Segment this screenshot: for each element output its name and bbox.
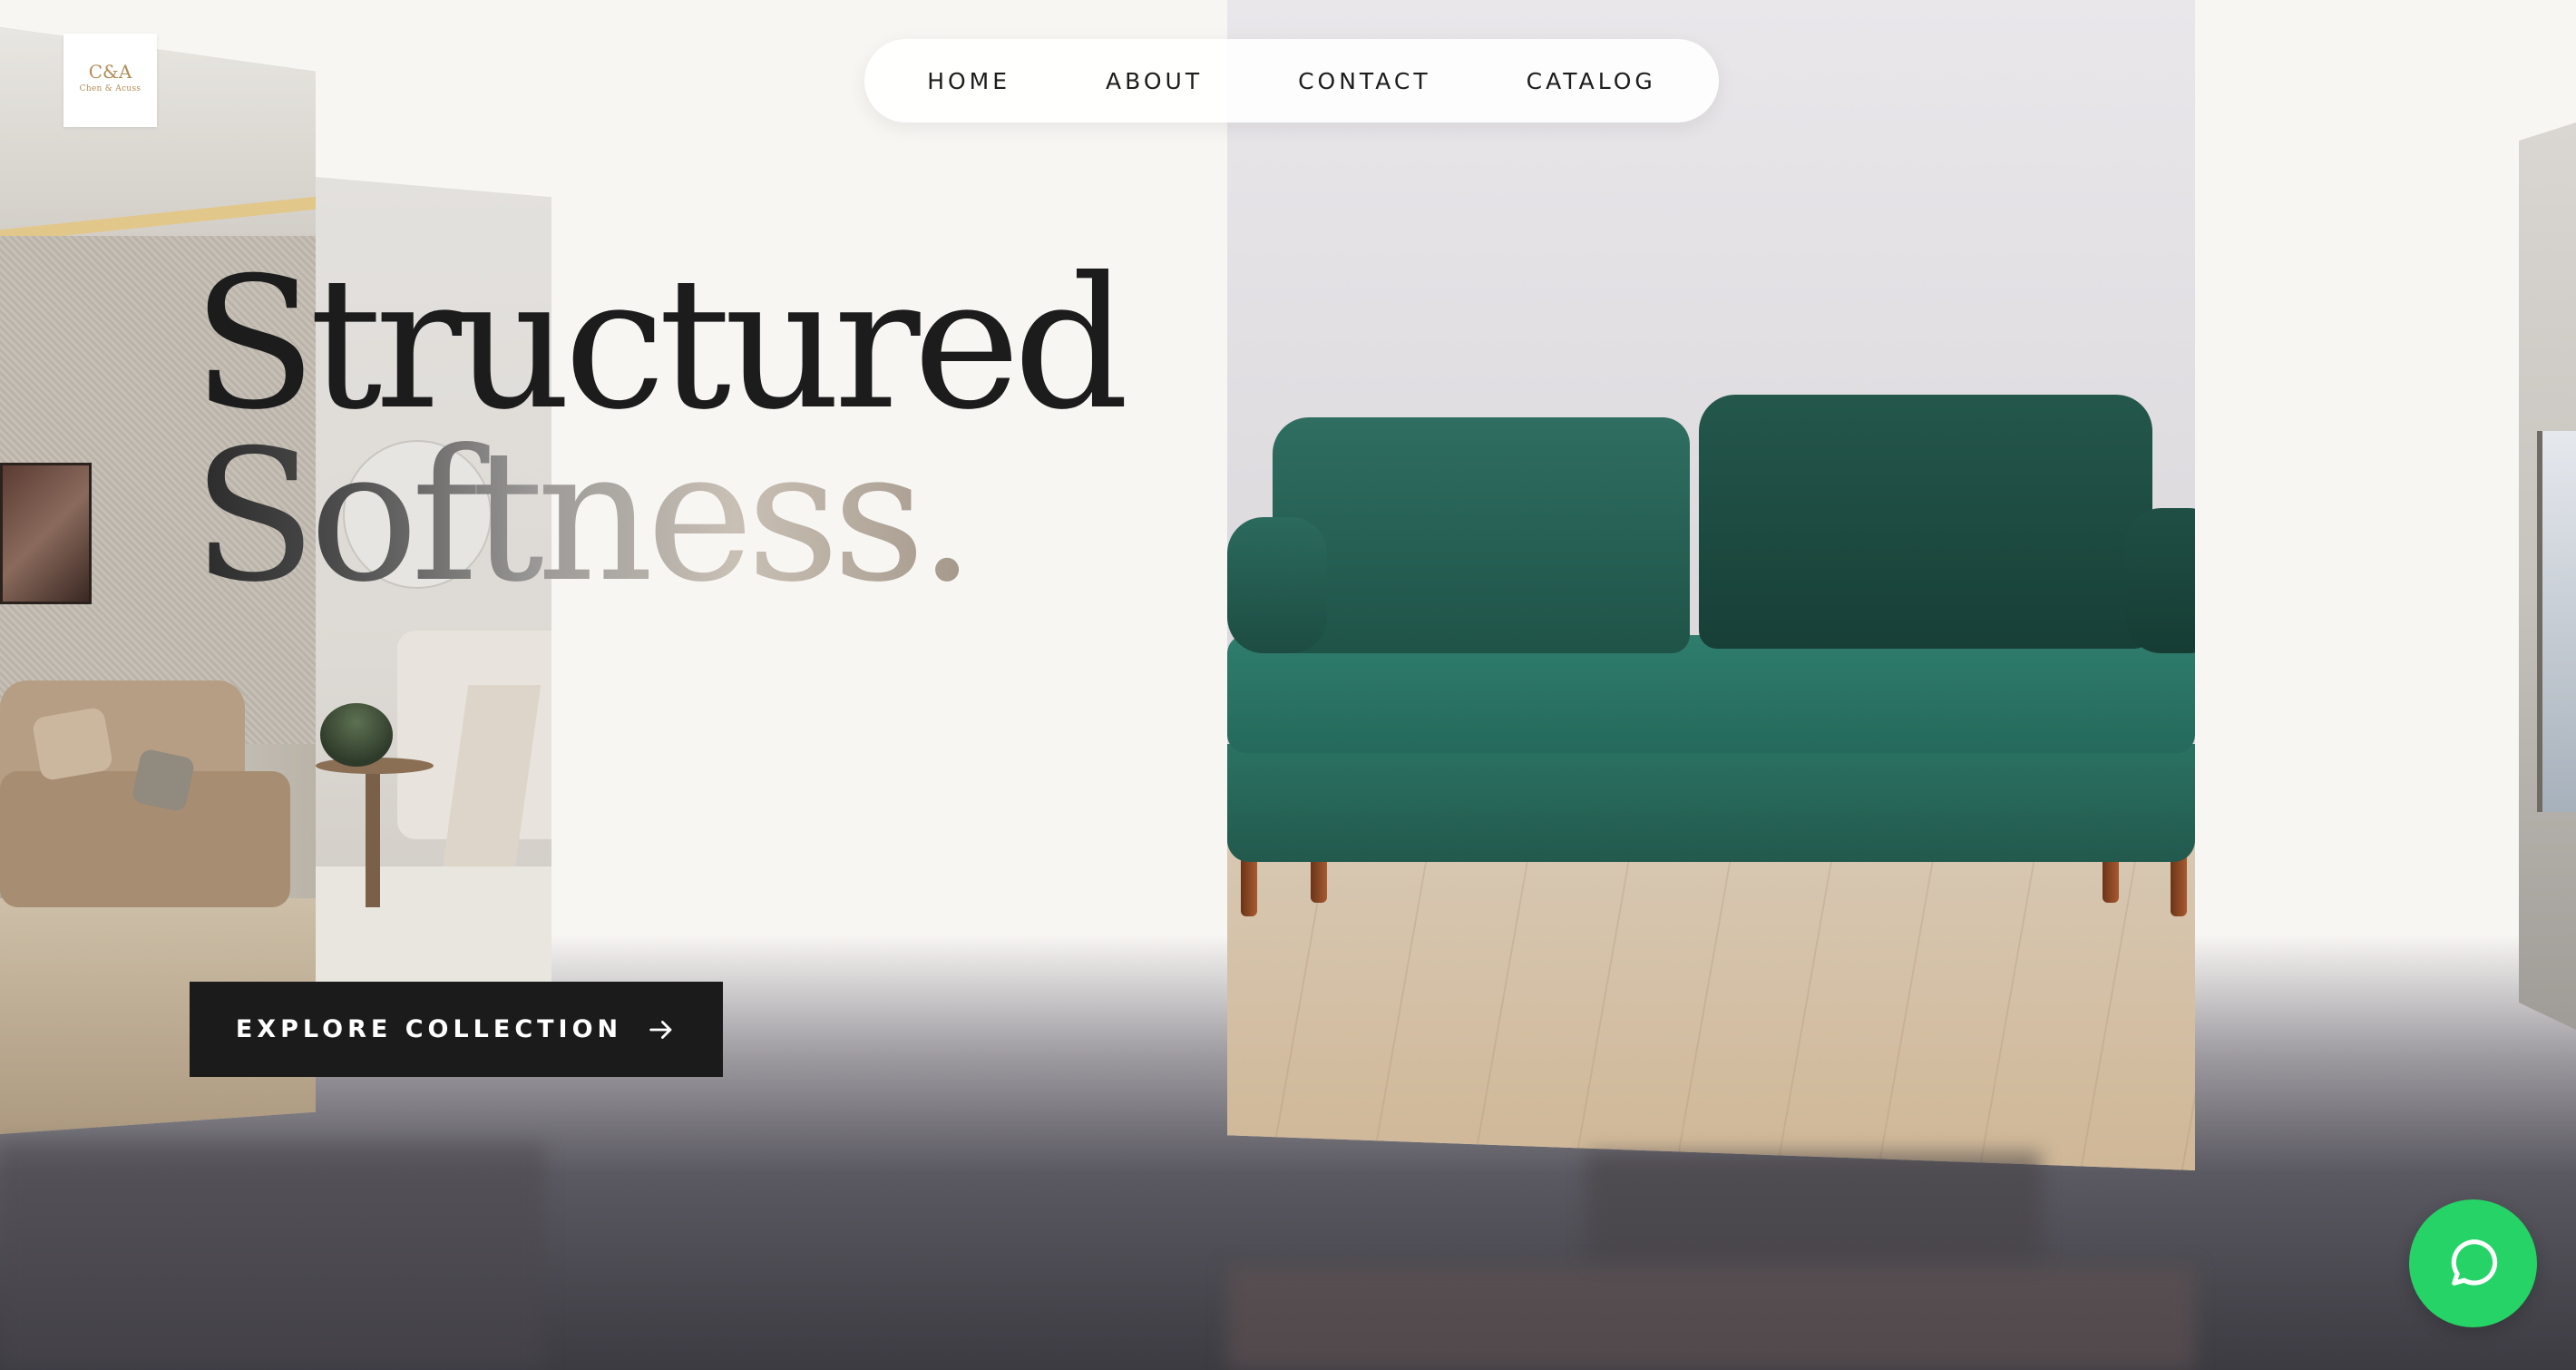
brand-logo[interactable]: C&A Chen & Acuss bbox=[63, 34, 157, 127]
window bbox=[2537, 431, 2576, 812]
reflection bbox=[1227, 1266, 2195, 1370]
sofa-back-cushion-right bbox=[1699, 395, 2152, 649]
sofa-back-cushion-left bbox=[1273, 417, 1690, 653]
gallery-image-partial bbox=[2519, 122, 2576, 1030]
nav-item-catalog[interactable]: CATALOG bbox=[1527, 68, 1656, 94]
logo-mark: C&A bbox=[88, 60, 132, 83]
rug bbox=[316, 866, 551, 984]
sofa-arm-right bbox=[2125, 508, 2195, 653]
pillow bbox=[131, 748, 196, 813]
side-table-leg bbox=[366, 771, 380, 907]
chat-button[interactable] bbox=[2409, 1199, 2537, 1327]
reflection bbox=[0, 1143, 544, 1370]
logo-text: Chen & Acuss bbox=[79, 83, 141, 93]
nav-item-contact[interactable]: CONTACT bbox=[1298, 68, 1431, 94]
explore-collection-label: EXPLORE COLLECTION bbox=[235, 1015, 623, 1043]
reflection bbox=[1587, 1152, 2041, 1261]
sofa-base bbox=[1227, 744, 2195, 862]
hero-title: Structured bbox=[192, 239, 1129, 450]
nav-item-home[interactable]: HOME bbox=[927, 68, 1010, 94]
sofa-arm-left bbox=[1227, 517, 1327, 653]
gallery-image-green-sofa bbox=[1227, 0, 2195, 1170]
chat-bubble-icon bbox=[2451, 1238, 2497, 1286]
arrow-right-icon bbox=[649, 1020, 672, 1039]
top-nav: HOME ABOUT CONTACT CATALOG bbox=[864, 39, 1719, 122]
pillow bbox=[31, 706, 114, 782]
hero-subtitle: Softness. bbox=[192, 411, 976, 622]
nav-item-about[interactable]: ABOUT bbox=[1106, 68, 1203, 94]
wall-art bbox=[0, 463, 92, 604]
explore-collection-button[interactable]: EXPLORE COLLECTION bbox=[190, 982, 723, 1077]
plant bbox=[320, 703, 393, 767]
wood-floor bbox=[1227, 835, 2195, 1170]
